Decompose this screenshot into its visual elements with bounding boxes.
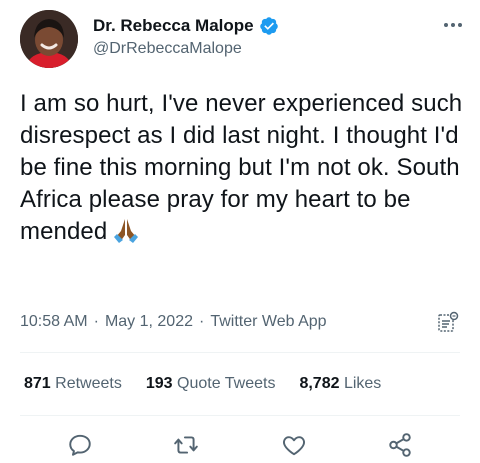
retweets-stat[interactable]: 871 Retweets — [24, 375, 122, 393]
tweet-text: I am so hurt, I've never experienced suc… — [20, 88, 468, 248]
tweet-stats: 871 Retweets 193 Quote Tweets 8,782 Like… — [24, 375, 381, 393]
tweet-card: Dr. Rebecca Malope @DrRebeccaMalope I am… — [0, 0, 480, 461]
quote-tweets-count: 193 — [145, 375, 173, 392]
divider — [20, 415, 460, 416]
more-dots-icon[interactable] — [441, 16, 465, 34]
retweets-label: Retweets — [55, 375, 122, 392]
share-icon[interactable] — [387, 432, 413, 458]
retweets-count: 871 — [24, 375, 51, 392]
tweet-source[interactable]: Twitter Web App — [210, 313, 326, 331]
like-icon[interactable] — [281, 432, 307, 458]
meta-separator: · — [199, 313, 205, 330]
avatar[interactable] — [20, 10, 78, 68]
likes-label: Likes — [343, 375, 382, 392]
quote-tweets-stat[interactable]: 193 Quote Tweets — [146, 375, 276, 393]
analytics-icon[interactable] — [437, 311, 459, 333]
tweet-header: Dr. Rebecca Malope @DrRebeccaMalope — [20, 10, 465, 70]
tweet-body: I am so hurt, I've never experienced suc… — [20, 90, 463, 245]
retweet-icon[interactable] — [173, 432, 199, 458]
divider — [20, 352, 460, 353]
tweet-time[interactable]: 10:58 AM — [20, 313, 88, 331]
meta-separator: · — [93, 313, 99, 330]
likes-stat[interactable]: 8,782 Likes — [299, 375, 381, 393]
likes-count: 8,782 — [299, 375, 340, 392]
tweet-date[interactable]: May 1, 2022 — [105, 313, 193, 331]
folded-hands-emoji-icon — [111, 216, 141, 244]
reply-icon[interactable] — [67, 432, 93, 458]
quote-tweets-label: Quote Tweets — [177, 375, 276, 392]
verified-badge-icon — [259, 16, 279, 36]
author-names: Dr. Rebecca Malope @DrRebeccaMalope — [93, 16, 279, 58]
display-name[interactable]: Dr. Rebecca Malope — [93, 16, 254, 36]
author-handle[interactable]: @DrRebeccaMalope — [93, 40, 279, 58]
tweet-actions — [0, 430, 480, 460]
tweet-meta: 10:58 AM · May 1, 2022 · Twitter Web App — [20, 313, 327, 331]
